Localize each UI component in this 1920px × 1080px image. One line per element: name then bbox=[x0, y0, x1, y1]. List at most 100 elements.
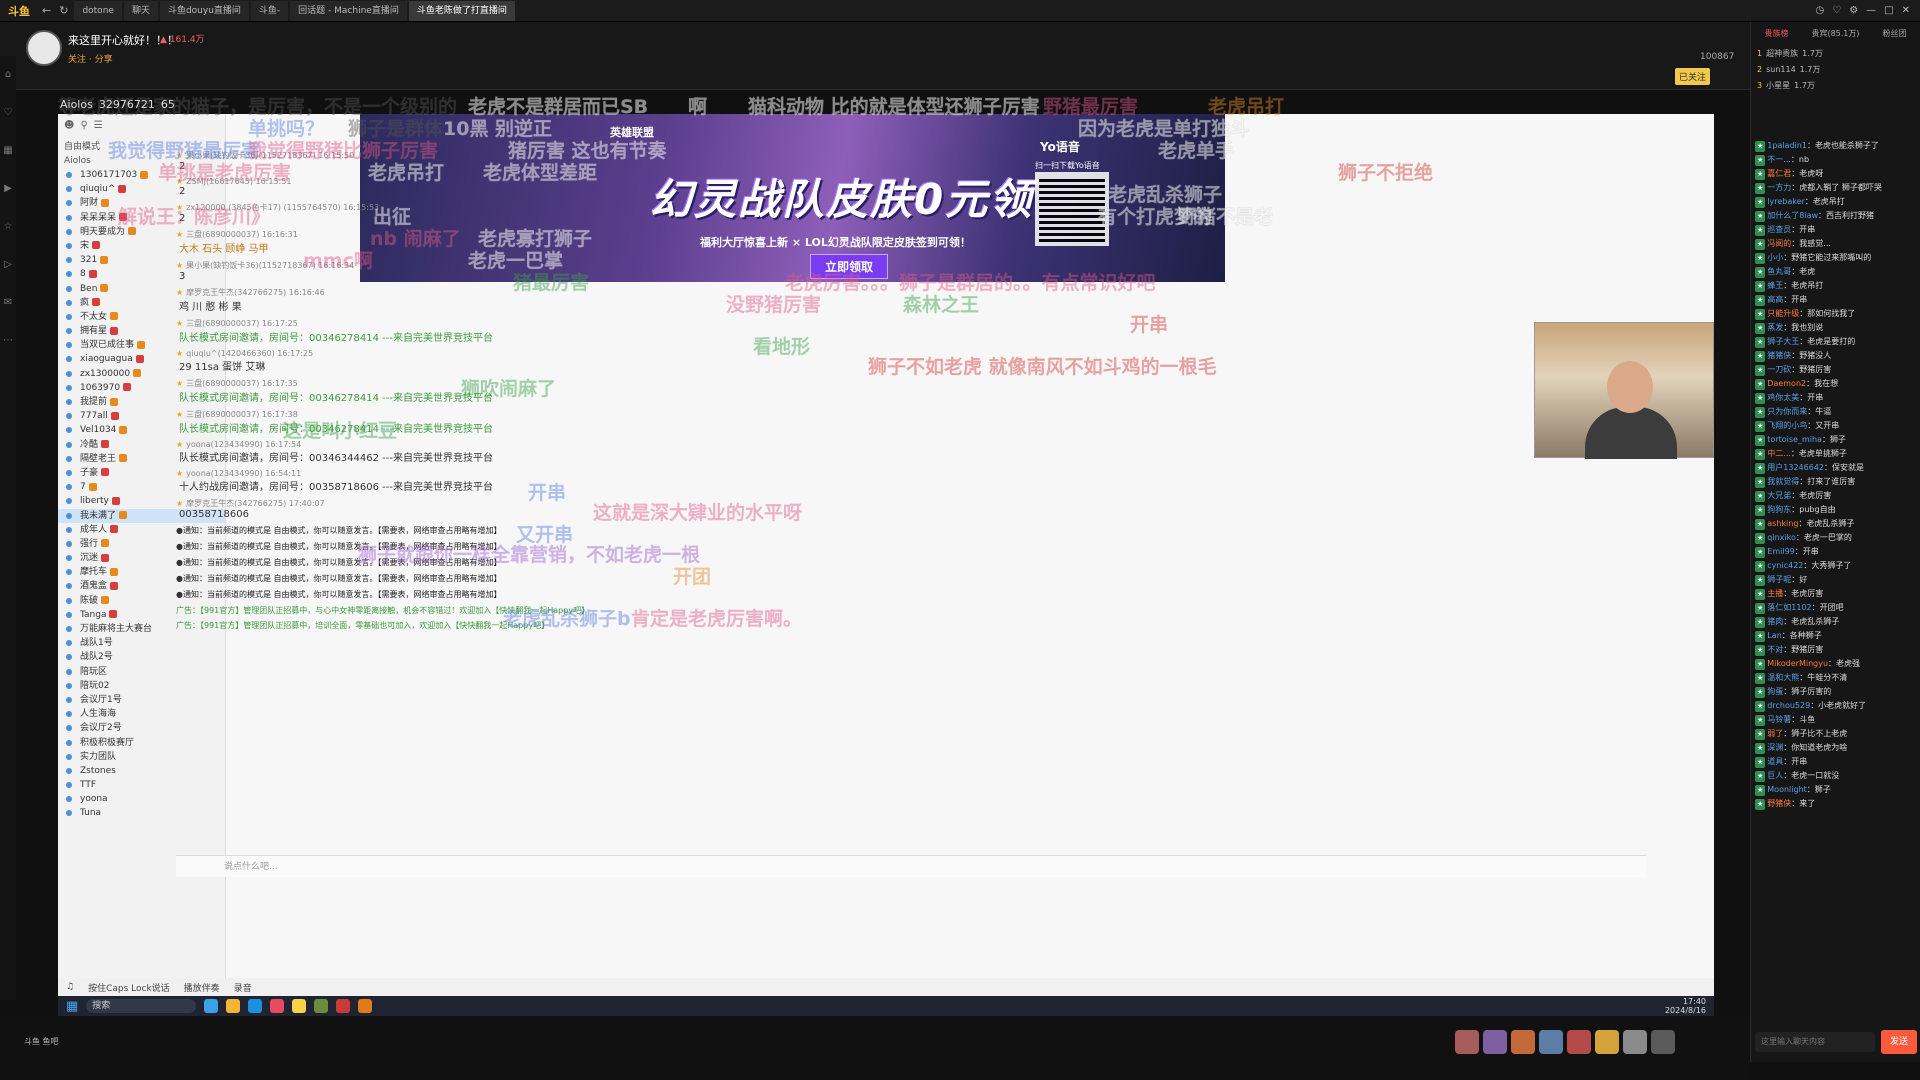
browser-tab[interactable]: 斗鱼- bbox=[250, 0, 289, 21]
list-icon[interactable]: ☰ bbox=[94, 120, 103, 131]
danmu-user[interactable]: 一方力 bbox=[1767, 183, 1791, 192]
message-sender[interactable]: 摩罗克王牛杰(342766275) 16:16:46 bbox=[176, 287, 1296, 298]
browser-app-icon[interactable] bbox=[204, 999, 219, 1013]
follow-icon[interactable]: ♡ bbox=[0, 94, 16, 132]
message-sender[interactable]: 果小果(缺钓饭卡36)(1152718367) 16:16:34 bbox=[176, 260, 1296, 271]
record-app-icon[interactable] bbox=[336, 999, 351, 1013]
danmu-user[interactable]: 冯阅的 bbox=[1767, 239, 1791, 248]
danmu-user[interactable]: 狗蛋 bbox=[1767, 687, 1783, 696]
tab-nobles[interactable]: 贵族榜 bbox=[1764, 28, 1788, 39]
maximize-icon[interactable]: □ bbox=[1884, 5, 1893, 16]
message-sender[interactable]: 三盘(6890000037) 16:17:38 bbox=[176, 409, 1296, 420]
game-app-icon[interactable] bbox=[292, 999, 307, 1013]
search-icon[interactable]: ⚲ bbox=[80, 120, 87, 131]
windows-start-icon[interactable]: ▦ bbox=[66, 999, 78, 1014]
close-icon[interactable]: ✕ bbox=[1902, 5, 1910, 16]
browser-tab[interactable]: 聊天 bbox=[123, 0, 158, 21]
gift-icon[interactable] bbox=[1595, 1030, 1619, 1054]
streamer-avatar[interactable] bbox=[26, 30, 62, 66]
danmu-user[interactable]: Emil99 bbox=[1767, 547, 1794, 556]
danmu-user[interactable]: 不对 bbox=[1767, 645, 1783, 654]
danmu-user[interactable]: 狮子大王 bbox=[1767, 337, 1799, 346]
danmu-user[interactable]: 猪肉 bbox=[1767, 617, 1783, 626]
danmu-user[interactable]: ashking bbox=[1767, 519, 1798, 528]
steam-app-icon[interactable] bbox=[248, 999, 263, 1013]
danmu-user[interactable]: 温和大熊 bbox=[1767, 673, 1799, 682]
follow-button[interactable]: 已关注 bbox=[1675, 68, 1711, 85]
mic-icon[interactable]: ♫ bbox=[66, 982, 74, 992]
more-icon[interactable]: ⋯ bbox=[0, 322, 16, 360]
danmu-user[interactable]: 鸡你太美 bbox=[1767, 393, 1799, 402]
record[interactable]: 录音 bbox=[234, 981, 252, 994]
danmu-user[interactable]: qinxiko bbox=[1767, 533, 1796, 542]
message-sender[interactable]: yoona(123434990) 16:54:11 bbox=[176, 469, 1296, 478]
gift-icon[interactable] bbox=[1623, 1030, 1647, 1054]
message-sender[interactable]: 摩罗克王牛杰(342766275) 17:40:07 bbox=[176, 498, 1296, 509]
danmu-user[interactable]: 飞翔的小鸟 bbox=[1767, 421, 1807, 430]
danmu-user[interactable]: Moonlight bbox=[1767, 785, 1807, 794]
danmu-user[interactable]: 巨人 bbox=[1767, 771, 1783, 780]
danmu-user[interactable]: 中二... bbox=[1767, 449, 1791, 458]
message-icon[interactable]: ✉ bbox=[0, 284, 16, 322]
danmu-user[interactable]: 一刀砍 bbox=[1767, 365, 1791, 374]
message-sender[interactable]: qiuqiu^(1420466360) 16:17:25 bbox=[176, 349, 1296, 358]
danmu-user[interactable]: cynic422 bbox=[1767, 561, 1803, 570]
danmu-user[interactable]: lyrebaker bbox=[1767, 197, 1805, 206]
danmu-user[interactable]: 野猪侠 bbox=[1767, 799, 1791, 808]
danmu-user[interactable]: 主播 bbox=[1767, 589, 1783, 598]
message-sender[interactable]: 三盘(6890000037) 16:17:25 bbox=[176, 318, 1296, 329]
home-icon[interactable]: ⌂ bbox=[0, 56, 16, 94]
tab-vip[interactable]: 贵宾(85.1万) bbox=[1811, 28, 1859, 39]
browser-tab[interactable]: 斗鱼douyu直播间 bbox=[159, 0, 249, 21]
folder-app-icon[interactable] bbox=[226, 999, 241, 1013]
rank-row[interactable]: 1 超神贵族 1.7万 bbox=[1751, 45, 1920, 61]
danmu-user[interactable]: 小小 bbox=[1767, 253, 1783, 262]
video-icon[interactable]: ▷ bbox=[0, 246, 16, 284]
danmu-user[interactable]: 1paladin1 bbox=[1767, 141, 1807, 150]
gift-icon[interactable] bbox=[1511, 1030, 1535, 1054]
user-icon[interactable]: ☻ bbox=[64, 120, 74, 131]
danmu-user[interactable]: MikoderMingyu bbox=[1767, 659, 1828, 668]
danmu-user[interactable]: 不一... bbox=[1767, 155, 1791, 164]
danmu-user[interactable]: 只为你而来 bbox=[1767, 407, 1807, 416]
danmu-user[interactable]: 高高 bbox=[1767, 295, 1783, 304]
valorant-app-icon[interactable] bbox=[314, 999, 329, 1013]
rank-row[interactable]: 2 sun114 1.7万 bbox=[1751, 61, 1920, 77]
danmu-user[interactable]: 猪猪侠 bbox=[1767, 351, 1791, 360]
yy-app-icon[interactable] bbox=[270, 999, 285, 1013]
danmu-user[interactable]: 嘉仁君 bbox=[1767, 169, 1791, 178]
game-icon[interactable]: ▶ bbox=[0, 170, 16, 208]
danmu-user[interactable]: 加什么了8iaw bbox=[1767, 211, 1818, 220]
message-sender[interactable]: yoona(123434990) 16:17:54 bbox=[176, 440, 1296, 449]
send-button[interactable]: 发送 bbox=[1881, 1030, 1917, 1054]
browser-tab[interactable]: 回话题 - Machine直播间 bbox=[290, 0, 407, 21]
danmu-user[interactable]: Daemon2 bbox=[1767, 379, 1806, 388]
gift-icon[interactable] bbox=[1455, 1030, 1479, 1054]
danmu-user[interactable]: 弱了 bbox=[1767, 729, 1783, 738]
channel-row[interactable]: Tuna bbox=[58, 806, 225, 820]
danmu-user[interactable]: Lan bbox=[1767, 631, 1781, 640]
gift-icon[interactable] bbox=[1539, 1030, 1563, 1054]
danmu-user[interactable]: 只能升级 bbox=[1767, 309, 1799, 318]
danmu-user[interactable]: 蒸发 bbox=[1767, 323, 1783, 332]
danmu-user[interactable]: 我就觉得 bbox=[1767, 477, 1799, 486]
bottom-label[interactable]: 斗鱼 鱼吧 bbox=[24, 1036, 59, 1047]
clock-icon[interactable]: ◷ bbox=[1815, 5, 1824, 16]
rank-row[interactable]: 3 小星星 1.7万 bbox=[1751, 77, 1920, 93]
browser-tab-active[interactable]: 斗鱼老陈做了打直播间 bbox=[408, 0, 515, 21]
danmu-user[interactable]: 大兄弟 bbox=[1767, 491, 1791, 500]
danmu-user[interactable]: 落仁如1102 bbox=[1767, 603, 1811, 612]
gift-icon[interactable] bbox=[1651, 1030, 1675, 1054]
channel-row[interactable]: yoona bbox=[58, 792, 225, 806]
danmu-user[interactable]: 用户13246642 bbox=[1767, 463, 1824, 472]
message-sender[interactable]: 三盘(6890000037) 16:16:31 bbox=[176, 229, 1296, 240]
minimize-icon[interactable]: — bbox=[1866, 5, 1876, 16]
danmu-user[interactable]: 马铃薯 bbox=[1767, 715, 1791, 724]
play-music[interactable]: 播放伴奏 bbox=[184, 981, 220, 994]
gift-icon[interactable] bbox=[1567, 1030, 1591, 1054]
star-icon[interactable]: ☆ bbox=[0, 208, 16, 246]
douyu-app-icon[interactable] bbox=[358, 999, 373, 1013]
gift-icon[interactable] bbox=[1483, 1030, 1507, 1054]
message-sender[interactable]: 三盘(6890000037) 16:17:35 bbox=[176, 378, 1296, 389]
danmu-user[interactable]: 深渊 bbox=[1767, 743, 1783, 752]
